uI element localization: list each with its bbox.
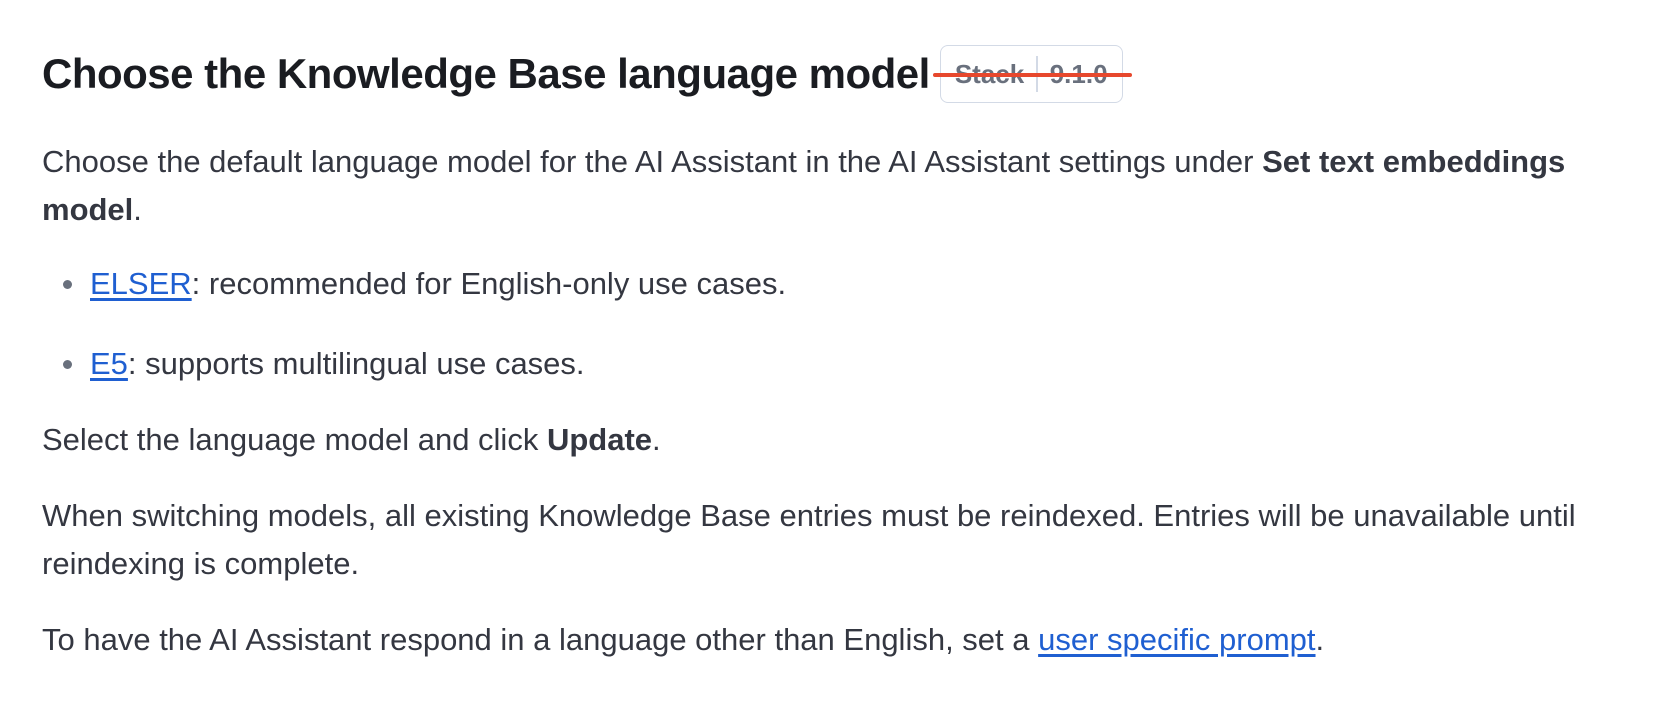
model-list: ELSER: recommended for English-only use … — [42, 260, 1665, 388]
list-item-e5: E5: supports multilingual use cases. — [63, 340, 1665, 388]
version-badge: Stack 9.1.0 — [932, 45, 1132, 103]
switching-paragraph: When switching models, all existing Know… — [42, 498, 1576, 581]
section-heading-row: Choose the Knowledge Base language model… — [42, 38, 1665, 110]
bullet-icon — [63, 280, 72, 289]
select-paragraph: Select the language model and click Upda… — [42, 416, 1665, 464]
section-title: Choose the Knowledge Base language model — [42, 50, 930, 97]
select-text-end: . — [652, 422, 661, 457]
elser-description: : recommended for English-only use cases… — [191, 266, 787, 301]
list-item-elser: ELSER: recommended for English-only use … — [63, 260, 1665, 308]
user-specific-prompt-link[interactable]: user specific prompt — [1038, 622, 1315, 657]
intro-paragraph: Choose the default language model for th… — [42, 138, 1582, 234]
docs-page: Choose the Knowledge Base language model… — [0, 0, 1665, 720]
language-paragraph: To have the AI Assistant respond in a la… — [42, 616, 1665, 664]
e5-link[interactable]: E5 — [90, 346, 128, 381]
language-text: To have the AI Assistant respond in a la… — [42, 622, 1039, 657]
language-text-end: . — [1315, 622, 1325, 657]
e5-description: : supports multilingual use cases. — [127, 346, 585, 381]
elser-link[interactable]: ELSER — [90, 266, 192, 301]
update-button-name: Update — [546, 422, 653, 457]
bullet-icon — [63, 360, 72, 369]
intro-text: Choose the default language model for th… — [42, 144, 1263, 179]
intro-text-end: . — [133, 192, 142, 227]
select-text: Select the language model and click — [42, 422, 547, 457]
badge-strikethrough — [932, 73, 1132, 77]
